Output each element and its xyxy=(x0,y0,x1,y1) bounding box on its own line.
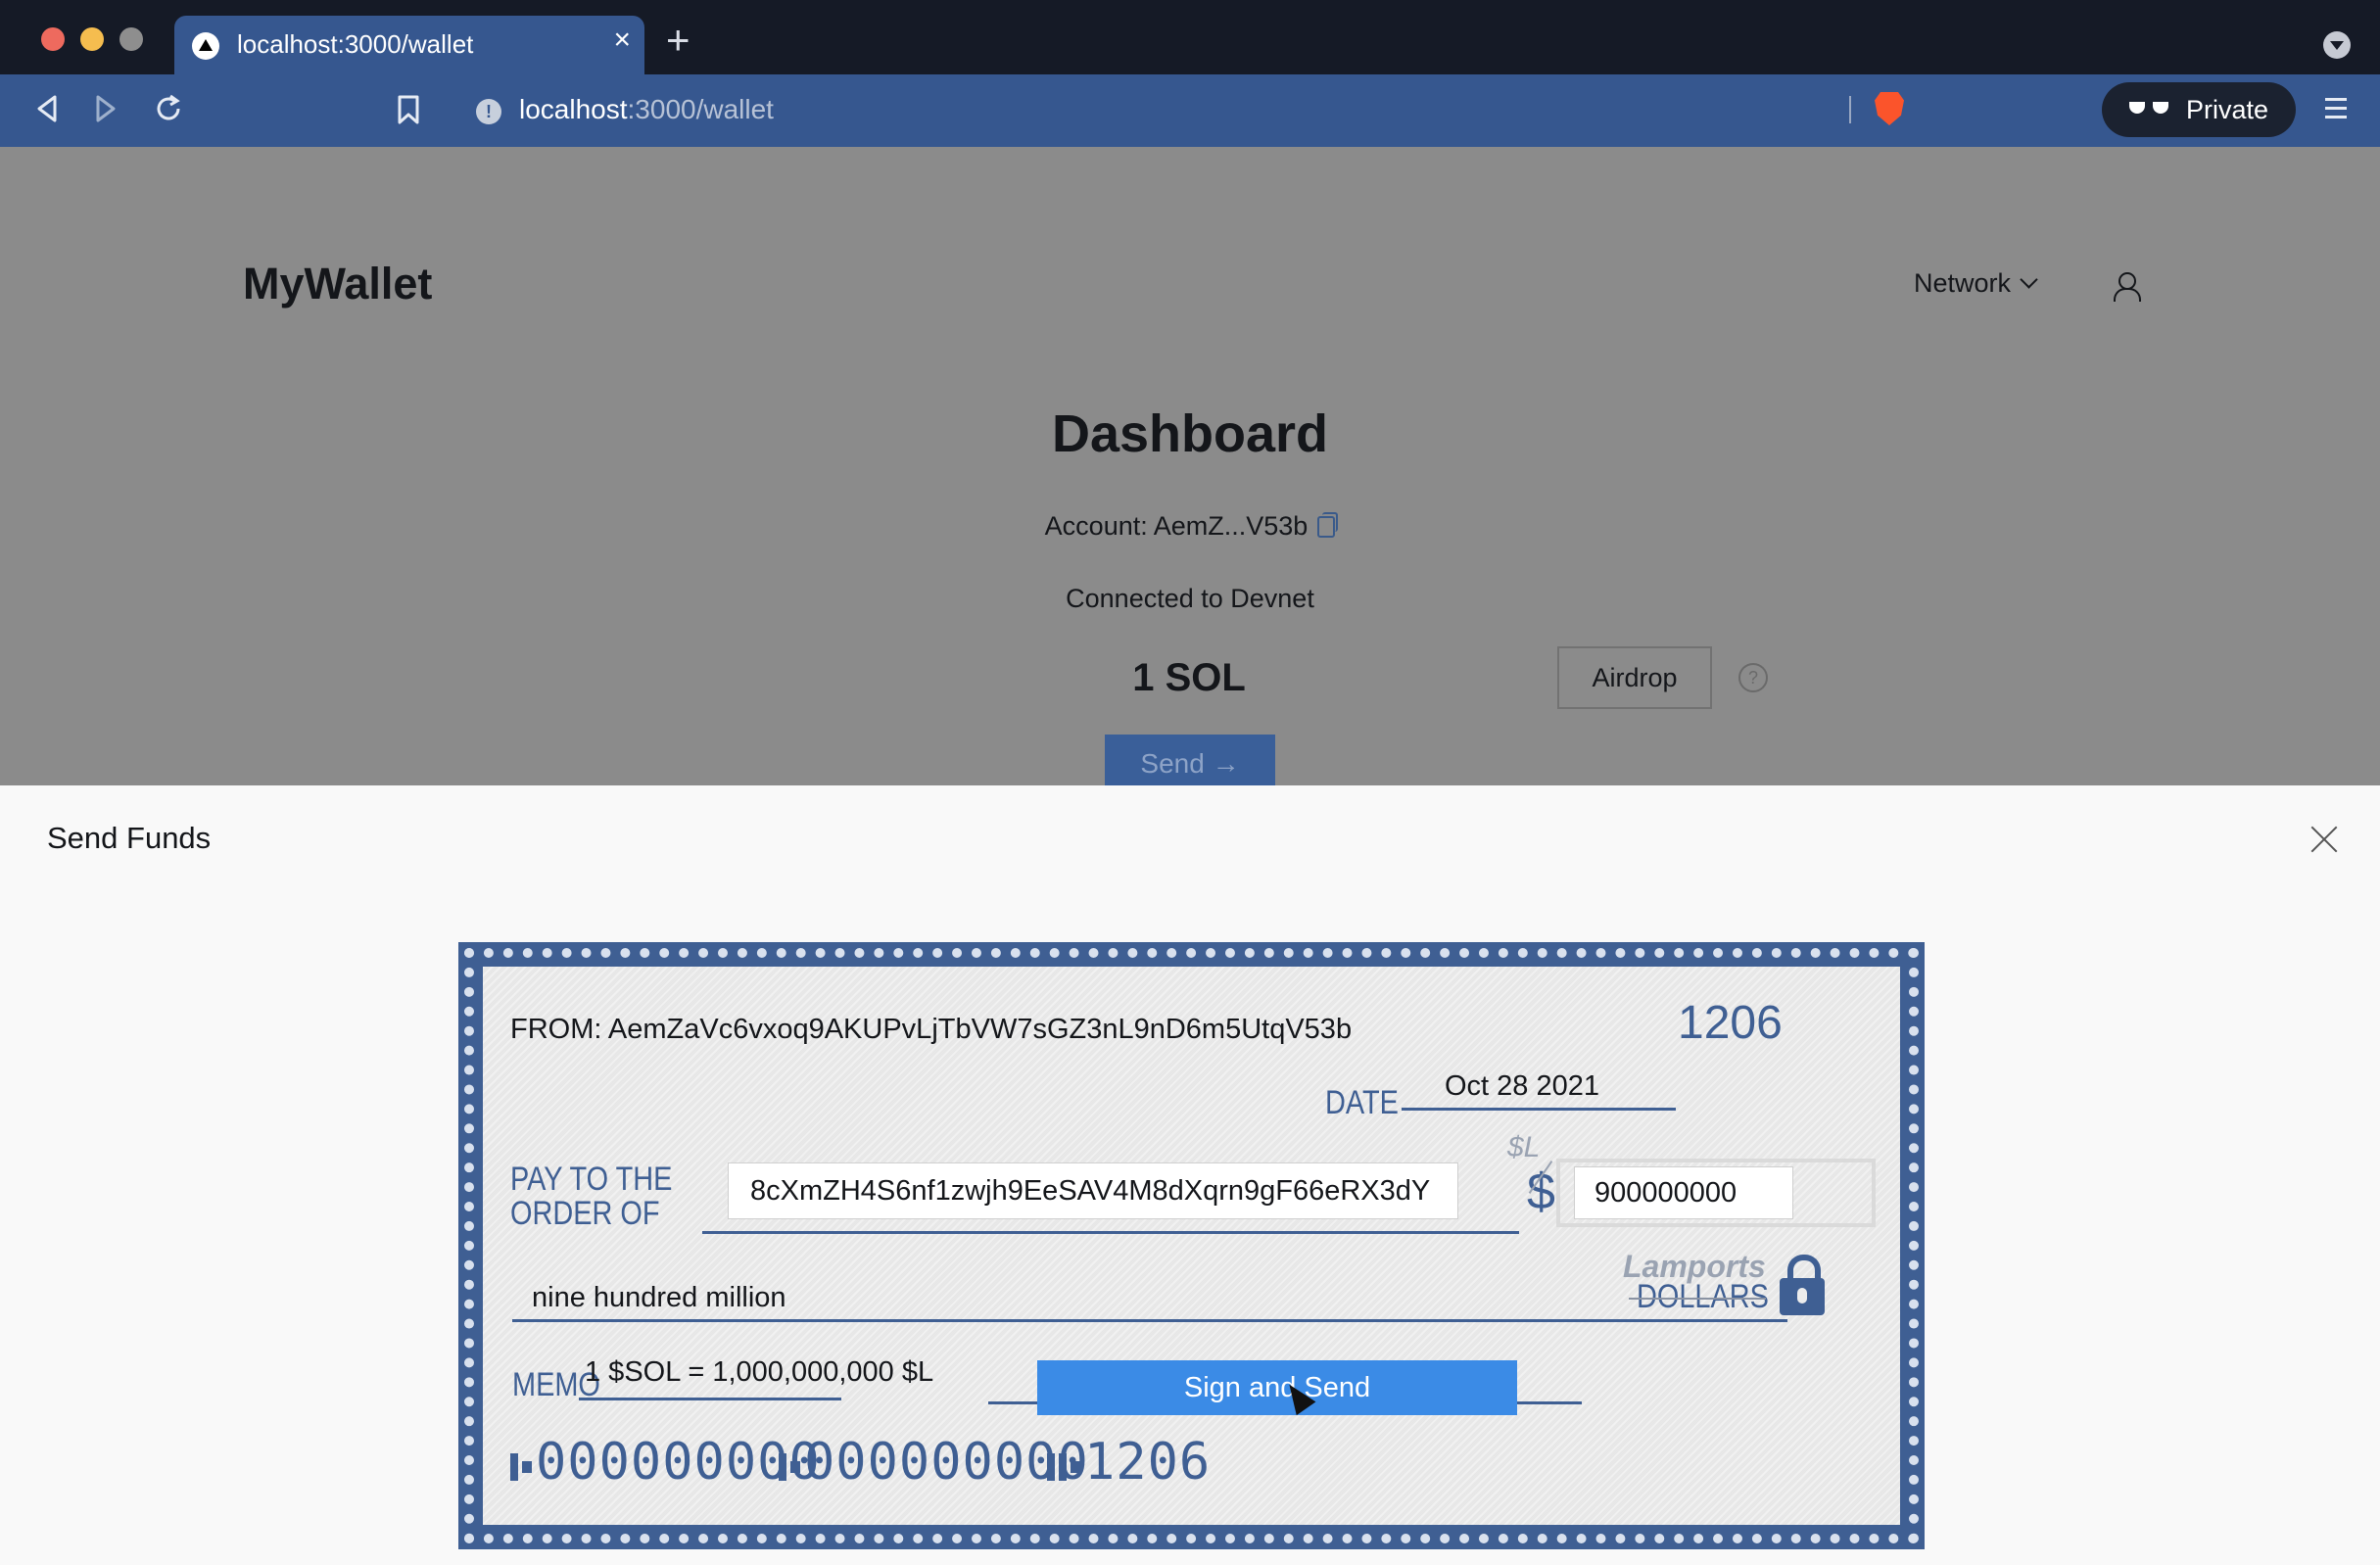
private-window-badge: Private xyxy=(2102,82,2296,137)
micr-account: 000000000 xyxy=(779,1433,1089,1492)
url-text: localhost:3000/wallet xyxy=(519,94,774,124)
send-button[interactable]: Send → xyxy=(1105,735,1275,793)
micr-routing: 000000000 xyxy=(510,1433,821,1492)
amount-words-underline xyxy=(512,1319,1787,1322)
account-address: Account: AemZ...V53b xyxy=(0,511,2380,542)
page-title: Dashboard xyxy=(1051,404,1329,463)
recipient-input[interactable]: 8cXmZH4S6nf1zwjh9EeSAV4M8dXqrn9gF66eRX3d… xyxy=(728,1162,1458,1219)
reload-icon[interactable] xyxy=(153,92,184,125)
date-value: Oct 28 2021 xyxy=(1445,1070,1599,1102)
maximize-window-button[interactable] xyxy=(119,27,143,51)
lock-icon xyxy=(1778,1255,1827,1315)
site-favicon-icon xyxy=(192,32,219,60)
lamports-symbol: $L xyxy=(1507,1131,1541,1163)
micr-symbol-icon xyxy=(779,1453,786,1481)
site-info-icon[interactable]: ! xyxy=(476,99,501,124)
copy-icon[interactable] xyxy=(1317,512,1339,538)
balance-value: 1 SOL xyxy=(1132,656,1246,699)
browser-toolbar: ! localhost:3000/wallet xyxy=(0,74,2380,147)
amount-in-words: nine hundred million xyxy=(532,1282,786,1313)
micr-check-number: 1206 xyxy=(1047,1433,1211,1492)
micr-symbol-icon xyxy=(510,1453,518,1481)
brand-logo[interactable]: MyWallet xyxy=(243,259,432,309)
tab-close-icon[interactable]: × xyxy=(613,25,631,55)
help-icon[interactable]: ? xyxy=(1738,663,1768,692)
forward-icon[interactable] xyxy=(92,93,119,124)
back-icon[interactable] xyxy=(33,93,61,124)
micr-symbol-icon xyxy=(1071,1461,1080,1473)
airdrop-button[interactable]: Airdrop xyxy=(1557,646,1712,709)
toolbar-divider xyxy=(1849,96,1851,123)
private-glasses-icon xyxy=(2129,100,2168,118)
memo-underline xyxy=(579,1398,841,1400)
dollars-strikethrough xyxy=(1629,1298,1766,1300)
wallet-page: MyWallet Network Dashboard Account: AemZ… xyxy=(0,147,2380,793)
sign-and-send-button[interactable]: Sign and Send xyxy=(1037,1360,1517,1415)
tab-title: localhost:3000/wallet xyxy=(237,29,474,59)
amount-input[interactable]: 900000000 xyxy=(1574,1166,1793,1219)
micr-symbol-icon xyxy=(522,1461,532,1473)
address-bar[interactable]: ! localhost:3000/wallet xyxy=(452,84,1922,137)
browser-tab[interactable]: localhost:3000/wallet × xyxy=(174,16,644,74)
browser-tab-bar: localhost:3000/wallet × + xyxy=(0,0,2380,74)
check-number: 1206 xyxy=(1678,997,1783,1049)
check-body: FROM: AemZaVc6vxoq9AKUPvLjTbVW7sGZ3nL9nD… xyxy=(480,964,1903,1528)
check-form: FROM: AemZaVc6vxoq9AKUPvLjTbVW7sGZ3nL9nD… xyxy=(458,942,1925,1549)
from-address: FROM: AemZaVc6vxoq9AKUPvLjTbVW7sGZ3nL9nD… xyxy=(510,1014,1353,1045)
network-dropdown[interactable]: Network xyxy=(1914,268,2038,299)
micr-symbol-icon xyxy=(790,1461,800,1473)
tab-list-menu-icon[interactable] xyxy=(2323,31,2351,59)
date-label: DATE xyxy=(1325,1084,1399,1121)
recipient-underline xyxy=(702,1231,1519,1234)
minimize-window-button[interactable] xyxy=(80,27,104,51)
close-icon[interactable] xyxy=(2309,825,2339,854)
chevron-down-icon xyxy=(2020,270,2038,289)
memo-input[interactable]: 1 $SOL = 1,000,000,000 $L xyxy=(585,1356,933,1389)
lock-keyhole xyxy=(1797,1288,1807,1304)
micr-symbol-icon xyxy=(1059,1453,1067,1481)
pay-to-label: PAY TO THE ORDER OF xyxy=(510,1161,673,1232)
connection-status: Connected to Devnet xyxy=(1066,584,1314,613)
date-underline xyxy=(1402,1108,1676,1111)
drawer-title: Send Funds xyxy=(47,821,212,855)
bookmark-icon[interactable] xyxy=(396,94,421,125)
browser-menu-icon[interactable] xyxy=(2325,98,2347,121)
private-label: Private xyxy=(2186,95,2269,124)
user-icon[interactable] xyxy=(2114,272,2141,302)
new-tab-button[interactable]: + xyxy=(666,20,690,61)
micr-symbol-icon xyxy=(1047,1453,1055,1481)
send-funds-drawer: Send Funds FROM: AemZaVc6vxoq9AKUPvLjTbV… xyxy=(0,785,2380,1565)
close-window-button[interactable] xyxy=(41,27,65,51)
